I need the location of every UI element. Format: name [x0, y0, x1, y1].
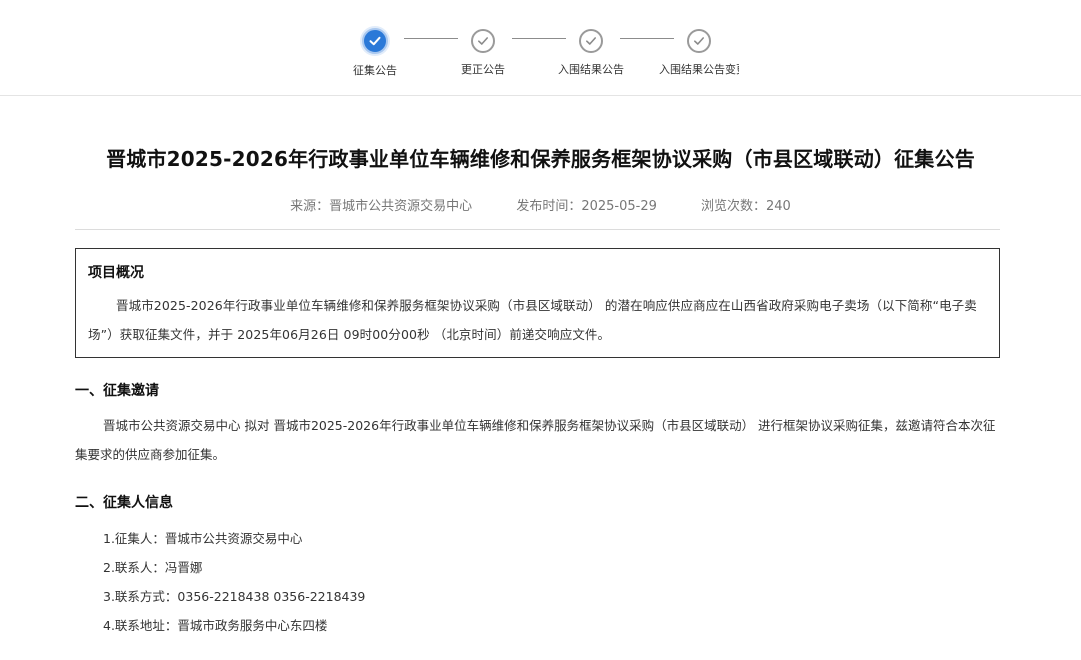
step-ruwei-jieguo-gonggao[interactable]: 入围结果公告 — [551, 28, 631, 79]
step-label: 征集公告 — [353, 64, 397, 77]
step-label: 入围结果公告变更 — [659, 63, 739, 76]
section-heading-collector-info: 二、征集人信息 — [75, 495, 173, 511]
check-icon — [362, 28, 388, 54]
list-item: 4.联系地址：晋城市政务服务中心东四楼 — [103, 618, 328, 633]
step-label: 入围结果公告 — [558, 63, 624, 76]
step-zhengji-gonggao[interactable]: 征集公告 — [335, 28, 415, 80]
check-icon — [471, 29, 495, 53]
meta-views: 浏览次数：240 — [701, 199, 791, 214]
list-item: 3.联系方式：0356-2218438 0356-2218439 — [103, 589, 366, 604]
invitation-paragraph: 晋城市公共资源交易中心 拟对 晋城市2025-2026年行政事业单位车辆维修和保… — [75, 418, 996, 462]
overview-text: 晋城市2025-2026年行政事业单位车辆维修和保养服务框架协议采购（市县区域联… — [88, 298, 977, 342]
collector-info-list: 1.征集人：晋城市公共资源交易中心 2.联系人：冯晋娜 3.联系方式：0356-… — [103, 525, 365, 641]
meta-publish-time: 发布时间：2025-05-29 — [516, 199, 657, 214]
check-icon — [579, 29, 603, 53]
article-meta: 来源：晋城市公共资源交易中心 发布时间：2025-05-29 浏览次数：240 — [0, 195, 1081, 214]
project-overview-box: 项目概况 晋城市2025-2026年行政事业单位车辆维修和保养服务框架协议采购（… — [75, 248, 1000, 358]
divider — [75, 229, 1000, 230]
section-heading-invitation: 一、征集邀请 — [75, 383, 159, 399]
overview-heading: 项目概况 — [88, 265, 144, 281]
step-label: 更正公告 — [461, 63, 505, 76]
page-title: 晋城市2025-2026年行政事业单位车辆维修和保养服务框架协议采购（市县区域联… — [106, 147, 975, 171]
meta-source: 来源：晋城市公共资源交易中心 — [290, 199, 473, 214]
step-gengzheng-gonggao[interactable]: 更正公告 — [443, 28, 523, 79]
check-icon — [687, 29, 711, 53]
list-item: 1.征集人：晋城市公共资源交易中心 — [103, 531, 303, 546]
list-item: 2.联系人：冯晋娜 — [103, 560, 203, 575]
progress-stepper: 征集公告 更正公告 入围结果公告 入围结果公告变更 — [0, 0, 1081, 96]
step-ruwei-jieguo-biangeng[interactable]: 入围结果公告变更 — [659, 28, 739, 79]
